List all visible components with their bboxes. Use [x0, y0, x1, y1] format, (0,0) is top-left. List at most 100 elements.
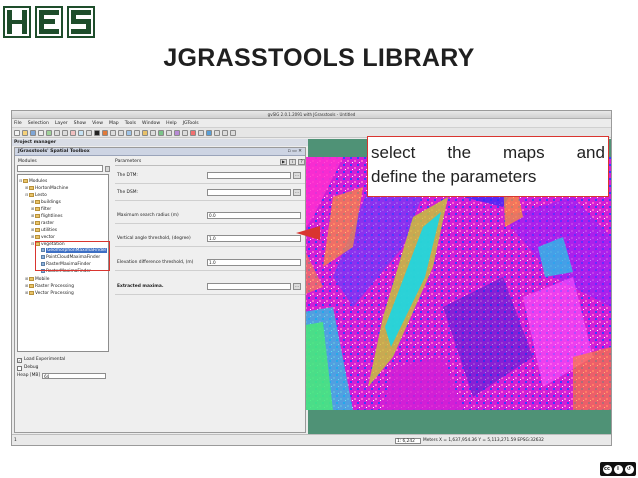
menu-window[interactable]: Window — [142, 121, 160, 126]
status-left: 1 — [14, 438, 17, 443]
tool-icon[interactable] — [222, 129, 228, 136]
add-layer-icon[interactable] — [46, 129, 52, 136]
tree-item[interactable]: ⊟ Modules — [19, 177, 107, 184]
tree-item[interactable]: ⊞ Mobile — [19, 275, 107, 282]
callout-line-1: select the maps and — [371, 141, 605, 165]
folder-icon — [35, 213, 40, 218]
tree-item-label: Vector Processing — [35, 291, 74, 296]
search-button[interactable] — [105, 165, 110, 172]
zoom-in-icon[interactable] — [54, 129, 60, 136]
status-bar: 1 1: 6,242 Meters X = 1,637,954.36 Y = 5… — [12, 434, 611, 445]
toolbox-titlebar: JGrasstools' Spatial Toolbox ▫ ▭ ✕ — [15, 148, 305, 156]
tree-item[interactable]: ⊞ buildings — [19, 198, 107, 205]
new-icon[interactable] — [14, 129, 20, 136]
tool-icon[interactable] — [142, 129, 148, 136]
debug-checkbox[interactable] — [17, 365, 22, 371]
parameter-input[interactable]: 1.0 — [207, 235, 301, 242]
spatial-toolbox-panel: JGrasstools' Spatial Toolbox ▫ ▭ ✕ Modul… — [14, 147, 306, 433]
browse-button[interactable]: … — [293, 189, 301, 196]
browse-button[interactable]: … — [293, 283, 301, 290]
load-experimental-checkbox[interactable]: ✓ — [17, 357, 22, 363]
open-icon[interactable] — [22, 129, 28, 136]
zoom-out-icon[interactable] — [62, 129, 68, 136]
parameter-input[interactable] — [207, 189, 291, 196]
menu-map[interactable]: Map — [109, 121, 119, 126]
parameter-input[interactable] — [207, 172, 291, 179]
menu-layer[interactable]: Layer — [55, 121, 68, 126]
help-icon[interactable]: ? — [298, 158, 305, 165]
by-icon: i — [613, 464, 623, 474]
menu-help[interactable]: Help — [166, 121, 176, 126]
tool-icon[interactable] — [198, 129, 204, 136]
parameter-input[interactable]: 1.0 — [207, 259, 301, 266]
info-icon[interactable] — [86, 129, 92, 136]
hes-logo — [2, 4, 96, 40]
modules-pane: Modules ⊟ Modules ⊞ HortonMachine ⊟ Lesto ⊞ bui… — [17, 158, 111, 430]
folder-icon — [29, 192, 34, 197]
tool-icon[interactable] — [214, 129, 220, 136]
menu-view[interactable]: View — [92, 121, 103, 126]
tool-icon[interactable] — [182, 129, 188, 136]
heap-label: Heap [MB] — [17, 373, 41, 378]
parameters-label: Parameters — [115, 159, 142, 164]
menu-tools[interactable]: Tools — [125, 121, 136, 126]
tool-icon[interactable] — [190, 129, 196, 136]
callout-word: maps — [503, 143, 545, 162]
slide: JGRASSTOOLS LIBRARY gvSIG 2.0.1.2091 wit… — [0, 0, 638, 478]
tool-icon[interactable] — [134, 129, 140, 136]
folder-icon — [35, 206, 40, 211]
tree-item[interactable]: ⊞ filter — [19, 205, 107, 212]
debug-option[interactable]: Debug — [17, 364, 111, 372]
tree-item[interactable]: ⊞ vector — [19, 233, 107, 240]
tree-item[interactable]: ⊞ flightlines — [19, 212, 107, 219]
scale-input[interactable]: 1: 6,242 — [395, 438, 421, 444]
measure-icon[interactable] — [102, 129, 108, 136]
tool-icon[interactable] — [158, 129, 164, 136]
parameter-input[interactable] — [207, 283, 291, 290]
tool-icon[interactable] — [150, 129, 156, 136]
parameter-label: Vertical angle threshold, (degree) — [117, 236, 191, 241]
tree-item[interactable]: ⊞ Vector Processing — [19, 289, 107, 296]
menu-jgtools[interactable]: JGTools — [183, 121, 199, 126]
parameter-row: Maximum search radius (m) 0.0 — [115, 208, 305, 224]
run-icon[interactable]: ▶ — [280, 158, 287, 165]
folder-icon — [29, 185, 34, 190]
select-icon[interactable] — [78, 129, 84, 136]
toolbox-title: JGrasstools' Spatial Toolbox — [18, 149, 90, 154]
tool-icon[interactable] — [230, 129, 236, 136]
parameter-input[interactable]: 0.0 — [207, 212, 301, 219]
load-experimental-option[interactable]: ✓ Load Experimental — [17, 356, 111, 364]
menu-selection[interactable]: Selection — [28, 121, 49, 126]
folder-icon — [35, 227, 40, 232]
project-manager-title: Project manager — [12, 139, 308, 146]
tool-icon[interactable] — [126, 129, 132, 136]
debug-label: Debug — [24, 365, 39, 370]
tool-icon[interactable] — [118, 129, 124, 136]
print-icon[interactable] — [38, 129, 44, 136]
parameter-row: Elevation difference threshold, (m) 1.0 — [115, 255, 305, 271]
menu-file[interactable]: File — [14, 121, 22, 126]
tree-item[interactable]: ⊞ HortonMachine — [19, 184, 107, 191]
tree-item[interactable]: ⊟ Lesto — [19, 191, 107, 198]
save-icon[interactable] — [30, 129, 36, 136]
pan-icon[interactable] — [70, 129, 76, 136]
toolbox-window-controls[interactable]: ▫ ▭ ✕ — [287, 148, 302, 155]
refresh-icon[interactable] — [94, 129, 100, 136]
folder-icon — [29, 283, 34, 288]
info-icon[interactable]: i — [289, 158, 296, 165]
slide-title: JGRASSTOOLS LIBRARY — [163, 44, 475, 72]
module-search-input[interactable] — [17, 165, 103, 172]
tree-item[interactable]: ⊞ utilities — [19, 226, 107, 233]
heap-row: Heap [MB] 64 — [17, 372, 111, 380]
callout-arrow-icon — [296, 226, 320, 240]
tool-icon[interactable] — [166, 129, 172, 136]
tree-item[interactable]: ⊞ Raster Processing — [19, 282, 107, 289]
tool-icon[interactable] — [110, 129, 116, 136]
tool-icon[interactable] — [174, 129, 180, 136]
tool-icon[interactable] — [206, 129, 212, 136]
browse-button[interactable]: … — [293, 172, 301, 179]
menu-show[interactable]: Show — [74, 121, 86, 126]
heap-select[interactable]: 64 — [42, 373, 107, 379]
parameter-label: The DTM: — [117, 173, 138, 178]
tree-item[interactable]: ⊞ raster — [19, 219, 107, 226]
